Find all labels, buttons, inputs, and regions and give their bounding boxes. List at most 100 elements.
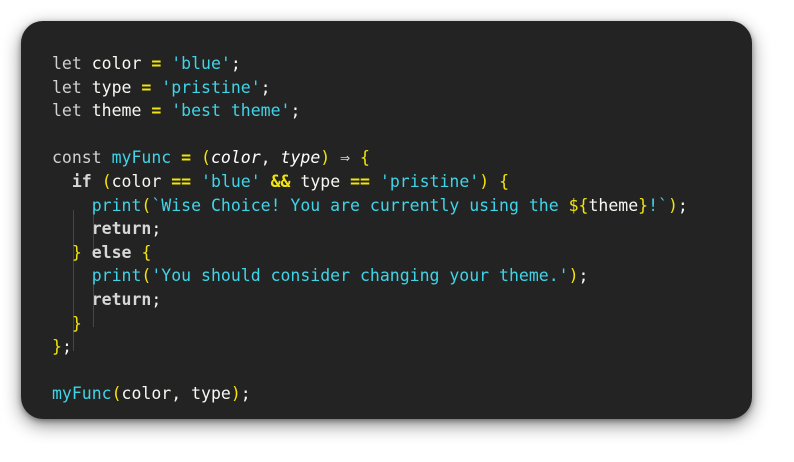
code-token: 'blue' xyxy=(201,171,261,191)
code-token: ; xyxy=(260,77,271,97)
code-token: } xyxy=(638,195,649,215)
code-token: ; xyxy=(151,219,162,239)
code-token: ; xyxy=(61,337,72,357)
code-token: let xyxy=(52,77,82,97)
code-line: let color = 'blue'; xyxy=(52,52,688,76)
code-line: }; xyxy=(52,335,688,359)
code-token: type xyxy=(81,77,142,97)
code-line: const myFunc = (color, type) ⇒ { xyxy=(52,146,688,170)
code-token: else xyxy=(91,242,132,262)
code-line: let type = 'pristine'; xyxy=(52,76,688,100)
code-token: { xyxy=(499,171,510,191)
code-token: ; xyxy=(240,384,251,404)
code-token: ${ xyxy=(568,195,589,215)
code-token: 'pristine' xyxy=(379,171,480,191)
code-token: color xyxy=(111,171,172,191)
code-token: `Wise Choice! You are currently using th… xyxy=(151,195,569,215)
code-token: return xyxy=(91,289,152,309)
code-token: = xyxy=(141,77,152,97)
code-token: ( xyxy=(201,148,211,168)
code-token: return xyxy=(91,219,152,239)
code-token: } xyxy=(71,242,82,262)
code-token: ( xyxy=(111,384,122,404)
code-token: = xyxy=(151,101,162,121)
code-token: 'You should consider changing your theme… xyxy=(151,266,569,286)
code-line: if (color == 'blue' && type == 'pristine… xyxy=(52,170,688,194)
code-token: type xyxy=(290,171,351,191)
code-token: } xyxy=(52,337,62,357)
code-token: print xyxy=(91,266,142,286)
code-token: == xyxy=(171,171,192,191)
code-token: color xyxy=(81,54,152,73)
code-token: = xyxy=(181,148,192,168)
code-token: let xyxy=(52,101,82,121)
code-token: color xyxy=(210,148,261,168)
code-token: let xyxy=(52,54,82,73)
code-token: = xyxy=(151,54,162,73)
code-token: { xyxy=(360,148,370,168)
code-token: } xyxy=(71,313,82,333)
code-line: let theme = 'best theme'; xyxy=(52,99,688,123)
code-token: print xyxy=(91,195,142,215)
code-token: ; xyxy=(151,289,162,309)
code-token: && xyxy=(270,171,291,191)
code-line: print(`Wise Choice! You are currently us… xyxy=(52,194,688,218)
code-token: ) xyxy=(568,266,579,286)
code-token: 'blue' xyxy=(171,54,231,73)
code-token: ; xyxy=(230,54,241,73)
code-token: ) xyxy=(230,384,241,404)
code-line: } else { xyxy=(52,241,688,265)
code-token: { xyxy=(141,242,152,262)
code-token: ; xyxy=(290,101,301,121)
code-token: theme xyxy=(588,195,639,215)
code-token: const xyxy=(52,148,102,168)
code-token: ; xyxy=(677,195,688,215)
code-token: ( xyxy=(141,195,152,215)
code-token: if xyxy=(71,171,92,191)
code-token: !` xyxy=(648,195,668,215)
code-line: print('You should consider changing your… xyxy=(52,264,688,288)
code-token: ( xyxy=(141,266,152,286)
code-line: return; xyxy=(52,217,688,241)
code-token: == xyxy=(350,171,370,191)
code-token: ) xyxy=(479,171,490,191)
code-token: 'best theme' xyxy=(171,101,291,121)
code-token: ) xyxy=(320,148,331,168)
code-line: } xyxy=(52,312,688,336)
code-token: type xyxy=(280,148,321,168)
code-token: , xyxy=(260,148,281,168)
code-token: ) xyxy=(667,195,678,215)
code-token: 'pristine' xyxy=(161,77,261,97)
screenshot-stage: let color = 'blue'; let type = 'pristine'… xyxy=(0,0,794,462)
code-line: myFunc(color, type); xyxy=(52,382,688,406)
code-token: myFunc xyxy=(52,384,112,404)
code-token: ⇒ xyxy=(340,148,351,168)
code-token: theme xyxy=(81,101,152,121)
code-token: myFunc xyxy=(111,148,172,168)
code-editor-window: let color = 'blue'; let type = 'pristine'… xyxy=(21,21,752,419)
code-block: let color = 'blue'; let type = 'pristine'… xyxy=(52,52,688,406)
